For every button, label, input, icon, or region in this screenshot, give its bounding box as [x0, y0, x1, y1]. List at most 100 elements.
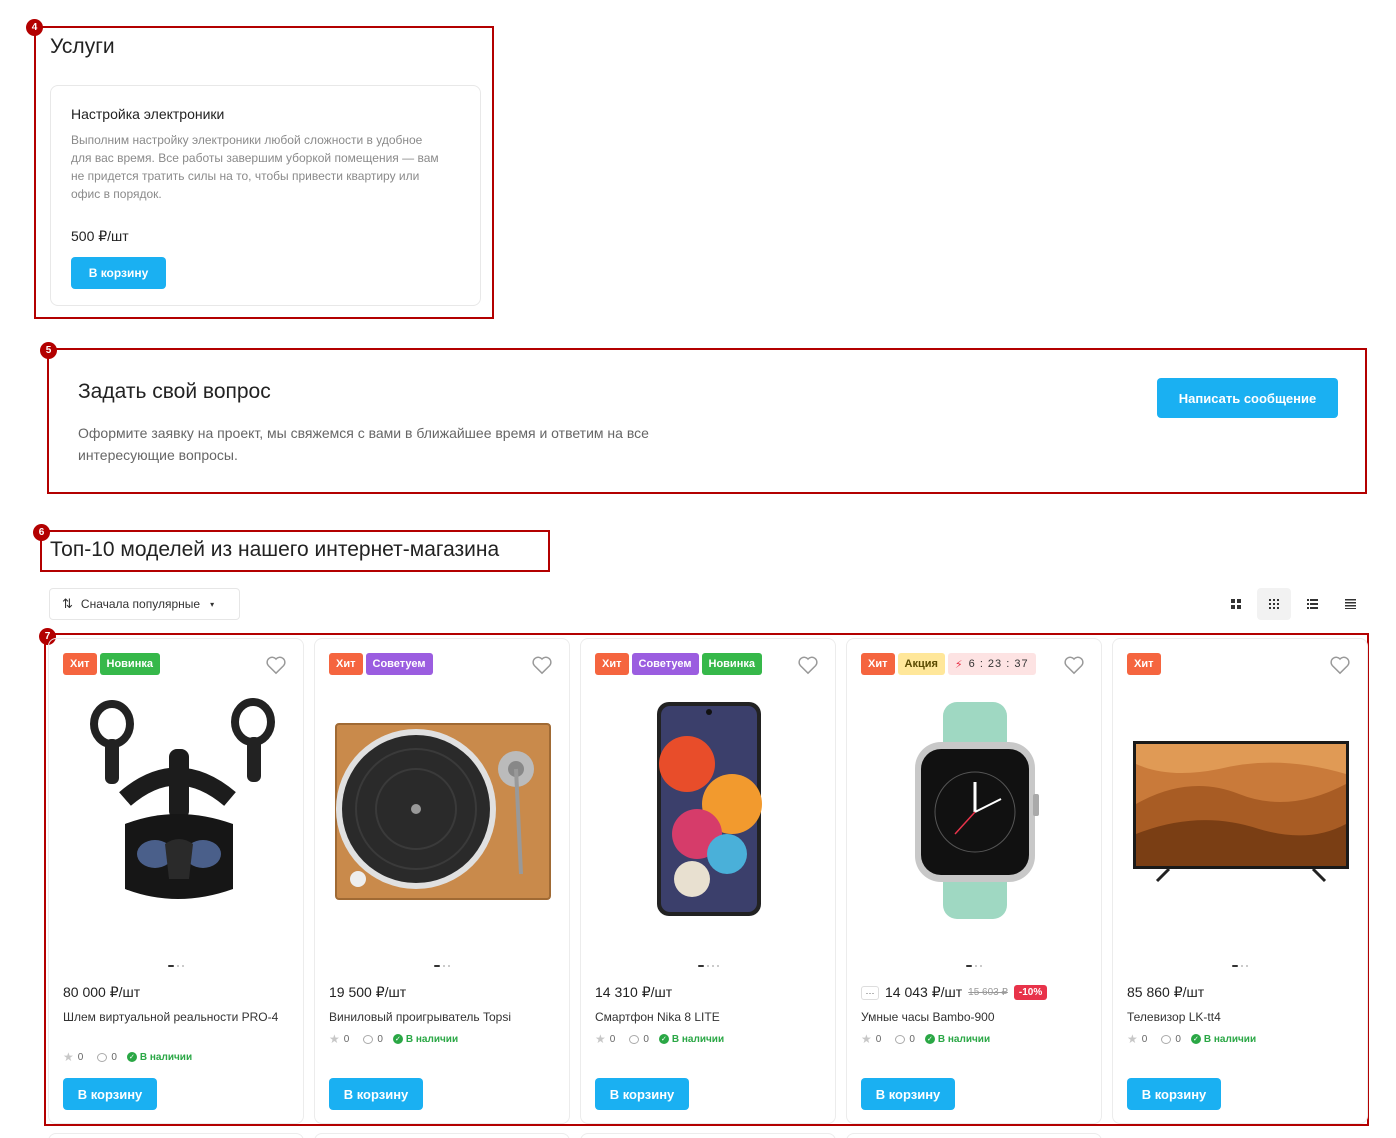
product-card[interactable]: Хит Новинка 80 000 ₽/шт Шлем виртуальной… [48, 638, 304, 1124]
image-carousel-dots[interactable] [315, 965, 569, 967]
product-card-next-row [314, 1133, 570, 1138]
image-carousel-dots[interactable] [847, 965, 1101, 967]
ask-question-title: Задать свой вопрос [78, 380, 271, 403]
rating-count: 0 [1141, 1033, 1148, 1045]
sort-label: Сначала популярные [80, 597, 201, 611]
badge-hit: Хит [1127, 653, 1161, 675]
product-name[interactable]: Виниловый проигрыватель Topsi [329, 1009, 554, 1026]
star-icon: ★ [1127, 1032, 1138, 1046]
old-price: 15 603 ₽ [968, 987, 1008, 998]
comment-icon [629, 1034, 640, 1044]
view-small-grid-icon[interactable] [1257, 588, 1291, 620]
write-message-button[interactable]: Написать сообщение [1157, 378, 1338, 418]
add-to-cart-button[interactable]: В корзину [63, 1078, 157, 1110]
badge-group: Хит Новинка [63, 653, 160, 675]
image-carousel-dots[interactable] [1113, 965, 1367, 967]
annotation-marker-4: 4 [26, 19, 43, 36]
product-image-tv[interactable] [1129, 694, 1353, 924]
heart-icon[interactable] [531, 655, 553, 675]
price-value: 14 043 ₽/шт [885, 984, 963, 1000]
comment-icon [1161, 1034, 1172, 1044]
product-image-turntable[interactable] [331, 694, 555, 924]
sort-dropdown[interactable]: ⇅ Сначала популярные ▾ [49, 588, 240, 620]
star-icon: ★ [329, 1032, 340, 1046]
badge-recommend: Советуем [631, 653, 699, 675]
rating-count: 0 [609, 1033, 616, 1045]
service-price: 500 ₽/шт [71, 228, 129, 244]
product-price: ··· 14 043 ₽/шт 15 603 ₽ -10% [861, 984, 1048, 1001]
product-image-vr-headset[interactable] [65, 694, 289, 924]
price-value: 80 000 ₽/шт [63, 984, 141, 1000]
check-icon: ✓ [658, 1034, 669, 1044]
services-title: Услуги [50, 35, 115, 58]
service-add-to-cart-button[interactable]: В корзину [71, 257, 166, 289]
price-value: 85 860 ₽/шт [1127, 984, 1205, 1000]
product-card[interactable]: Хит Советуем 19 500 ₽/шт Виниловый проиг… [314, 638, 570, 1124]
view-table-icon[interactable] [1333, 588, 1367, 620]
star-icon: ★ [595, 1032, 606, 1046]
product-price: 85 860 ₽/шт [1127, 984, 1204, 1001]
view-large-grid-icon[interactable] [1219, 588, 1253, 620]
stock-status: ✓ В наличии [658, 1034, 724, 1045]
heart-icon[interactable] [1063, 655, 1085, 675]
star-icon: ★ [63, 1050, 74, 1064]
product-name[interactable]: Смартфон Nika 8 LITE [595, 1009, 820, 1026]
comment-icon [895, 1034, 906, 1044]
image-carousel-dots[interactable] [49, 965, 303, 967]
price-value: 14 310 ₽/шт [595, 984, 673, 1000]
product-card-next-row [846, 1133, 1102, 1138]
product-meta: ★ 0 0 ✓ В наличии [1127, 1032, 1256, 1046]
image-carousel-dots[interactable] [581, 965, 835, 967]
service-card[interactable]: Настройка электроники Выполним настройку… [50, 85, 481, 306]
heart-icon[interactable] [1329, 655, 1351, 675]
check-icon: ✓ [126, 1052, 137, 1062]
badge-hit: Хит [63, 653, 97, 675]
service-name[interactable]: Настройка электроники [71, 106, 224, 122]
comments-count: 0 [1175, 1033, 1181, 1045]
stock-status: ✓ В наличии [1190, 1034, 1256, 1045]
product-name[interactable]: Шлем виртуальной реальности PRO-4 [63, 1009, 288, 1026]
product-meta: ★ 0 0 ✓ В наличии [63, 1050, 192, 1064]
price-value: 19 500 ₽/шт [329, 984, 407, 1000]
stock-status: ✓ В наличии [392, 1034, 458, 1045]
heart-icon[interactable] [265, 655, 287, 675]
product-card[interactable]: Хит Советуем Новинка 14 310 ₽/шт Смартфо… [580, 638, 836, 1124]
stock-status: ✓ В наличии [126, 1052, 192, 1063]
product-image-smartphone[interactable] [597, 694, 821, 924]
ask-question-description: Оформите заявку на проект, мы свяжемся с… [78, 425, 649, 463]
product-image-smartwatch[interactable] [863, 694, 1087, 924]
more-options-icon[interactable]: ··· [861, 985, 879, 1000]
badge-group: Хит Акция ⚡ 6 : 23 : 37 [861, 653, 1036, 675]
badge-recommend: Советуем [365, 653, 433, 675]
add-to-cart-button[interactable]: В корзину [861, 1078, 955, 1110]
comment-icon [97, 1052, 108, 1062]
product-name[interactable]: Телевизор LK-tt4 [1127, 1009, 1352, 1026]
badge-sale: Акция [897, 653, 945, 675]
heart-icon[interactable] [797, 655, 819, 675]
product-price: 80 000 ₽/шт [63, 984, 140, 1001]
product-card[interactable]: Хит 85 860 ₽/шт Телевизор LK-tt4 ★ 0 0 ✓… [1112, 638, 1368, 1124]
view-switcher [1219, 588, 1371, 620]
add-to-cart-button[interactable]: В корзину [595, 1078, 689, 1110]
service-description: Выполним настройку электроники любой сло… [71, 133, 439, 201]
product-price: 19 500 ₽/шт [329, 984, 406, 1001]
lightning-icon: ⚡ [954, 658, 964, 671]
comments-count: 0 [909, 1033, 915, 1045]
badge-hit: Хит [329, 653, 363, 675]
badge-hit: Хит [595, 653, 629, 675]
annotation-box-ask [47, 348, 1367, 494]
check-icon: ✓ [924, 1034, 935, 1044]
comments-count: 0 [111, 1051, 117, 1063]
product-card[interactable]: Хит Акция ⚡ 6 : 23 : 37 ··· 14 043 ₽/шт 1… [846, 638, 1102, 1124]
add-to-cart-button[interactable]: В корзину [329, 1078, 423, 1110]
badge-new: Новинка [99, 653, 160, 675]
stock-status: ✓ В наличии [924, 1034, 990, 1045]
comments-count: 0 [377, 1033, 383, 1045]
check-icon: ✓ [392, 1034, 403, 1044]
product-name[interactable]: Умные часы Bambo-900 [861, 1009, 1086, 1026]
badge-group: Хит [1127, 653, 1161, 675]
view-list-icon[interactable] [1295, 588, 1329, 620]
rating-count: 0 [343, 1033, 350, 1045]
add-to-cart-button[interactable]: В корзину [1127, 1078, 1221, 1110]
discount-badge: -10% [1013, 985, 1048, 1000]
